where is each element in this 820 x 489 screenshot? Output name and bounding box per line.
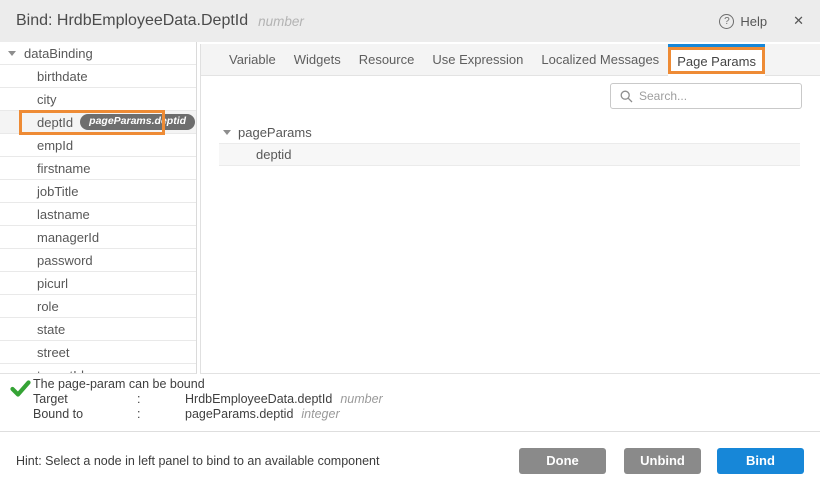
sidebar-item-label: managerId: [37, 230, 99, 245]
status-separator: :: [137, 407, 185, 422]
sidebar-item-label: deptId: [37, 115, 73, 130]
sidebar-item-street[interactable]: street: [0, 341, 196, 364]
binding-status-area: The page-param can be bound Target : Hrd…: [0, 374, 820, 432]
tab-localized-messages[interactable]: Localized Messages: [532, 44, 668, 75]
sidebar-item-label: birthdate: [37, 69, 88, 84]
sidebar-item-label: role: [37, 299, 59, 314]
sidebar-item-databinding[interactable]: dataBinding: [0, 42, 196, 65]
binding-source-panel: Variable Widgets Resource Use Expression…: [200, 44, 820, 374]
tab-content: pageParams deptid: [201, 76, 820, 373]
hint-body: Select a node in left panel to bind to a…: [42, 454, 380, 468]
help-icon: ?: [719, 14, 734, 29]
sidebar-item-label: state: [37, 322, 65, 337]
status-target-row: Target : HrdbEmployeeData.deptId number: [33, 392, 820, 407]
search-icon: [620, 90, 633, 103]
action-bar: Hint: Select a node in left panel to bin…: [0, 432, 820, 489]
status-lines: The page-param can be bound Target : Hrd…: [33, 374, 820, 422]
bind-dialog: Bind: HrdbEmployeeData.DeptId number ? H…: [0, 0, 820, 489]
sidebar-item-label: empId: [37, 138, 73, 153]
sidebar-item-empid[interactable]: empId: [0, 134, 196, 157]
search-box: [610, 83, 802, 109]
sidebar-item-label: city: [37, 92, 57, 107]
tab-label: Page Params: [677, 54, 756, 69]
status-value-type: integer: [301, 407, 339, 422]
status-value-type: number: [340, 392, 382, 407]
chevron-down-icon: [8, 51, 16, 56]
unbind-button[interactable]: Unbind: [624, 448, 701, 474]
sidebar-item-label: picurl: [37, 276, 68, 291]
sidebar-item-picurl[interactable]: picurl: [0, 272, 196, 295]
dialog-title-type: number: [258, 14, 304, 29]
sidebar-item-password[interactable]: password: [0, 249, 196, 272]
sidebar-item-label: firstname: [37, 161, 90, 176]
status-label: Target: [33, 392, 137, 407]
tree-node-pageparams[interactable]: pageParams: [201, 122, 820, 142]
sidebar-item-city[interactable]: city: [0, 88, 196, 111]
tab-bar: Variable Widgets Resource Use Expression…: [201, 44, 820, 76]
tree-node-deptid[interactable]: deptid: [219, 143, 800, 166]
status-separator: :: [137, 392, 185, 407]
status-message: The page-param can be bound: [33, 377, 820, 392]
tree-node-label: deptid: [256, 147, 291, 162]
tree-node-label: pageParams: [238, 125, 312, 140]
sidebar-item-state[interactable]: state: [0, 318, 196, 341]
sidebar-item-lastname[interactable]: lastname: [0, 203, 196, 226]
tab-page-params[interactable]: Page Params: [668, 44, 765, 76]
success-check-icon: [10, 380, 31, 397]
title-bar: Bind: HrdbEmployeeData.DeptId number ? H…: [0, 0, 820, 42]
hint-label: Hint:: [16, 454, 42, 468]
tab-widgets[interactable]: Widgets: [285, 44, 350, 75]
chevron-down-icon: [223, 130, 231, 135]
sidebar-item-firstname[interactable]: firstname: [0, 157, 196, 180]
tab-resource[interactable]: Resource: [350, 44, 424, 75]
search-input[interactable]: [639, 89, 792, 103]
sidebar-item-label: jobTitle: [37, 184, 78, 199]
bind-button[interactable]: Bind: [717, 448, 804, 474]
sidebar-item-role[interactable]: role: [0, 295, 196, 318]
tab-variable[interactable]: Variable: [220, 44, 285, 75]
tab-use-expression[interactable]: Use Expression: [423, 44, 532, 75]
sidebar-item-label: street: [37, 345, 70, 360]
sidebar-item-jobtitle[interactable]: jobTitle: [0, 180, 196, 203]
status-value: HrdbEmployeeData.deptId: [185, 392, 332, 407]
hint-text: Hint: Select a node in left panel to bin…: [16, 454, 519, 468]
dialog-title: Bind: HrdbEmployeeData.DeptId: [16, 12, 248, 30]
sidebar-item-tenantid[interactable]: tenantId: [0, 364, 196, 374]
help-button[interactable]: ? Help: [719, 14, 767, 29]
sidebar-item-birthdate[interactable]: birthdate: [0, 65, 196, 88]
sidebar-item-label: password: [37, 253, 93, 268]
status-value: pageParams.deptid: [185, 407, 293, 422]
help-label: Help: [740, 14, 767, 29]
sidebar-item-deptid[interactable]: deptId pageParams.deptid: [0, 111, 196, 134]
bound-param-badge: pageParams.deptid: [80, 114, 195, 130]
close-icon[interactable]: ✕: [793, 13, 804, 29]
sidebar-root-label: dataBinding: [24, 46, 93, 61]
status-boundto-row: Bound to : pageParams.deptid integer: [33, 407, 820, 422]
done-button[interactable]: Done: [519, 448, 606, 474]
sidebar-item-managerid[interactable]: managerId: [0, 226, 196, 249]
status-label: Bound to: [33, 407, 137, 422]
sidebar-item-label: lastname: [37, 207, 90, 222]
binding-tree-panel: dataBinding birthdate city deptId pagePa…: [0, 42, 197, 374]
